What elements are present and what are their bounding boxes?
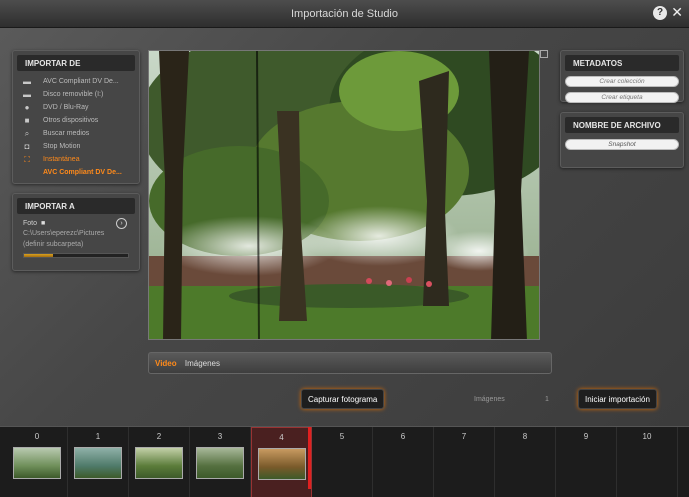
source-list: ▬ AVC Compliant DV De... ▬ Disco removible … bbox=[13, 71, 139, 179]
destination-path[interactable]: C:\Users\eperezc\Pictures bbox=[23, 230, 139, 238]
timeline-playhead[interactable] bbox=[308, 427, 311, 489]
hard-drive-icon: ▬ bbox=[23, 90, 31, 99]
disc-icon: ● bbox=[24, 103, 30, 112]
snapshot-timeline: 0 1 2 3 4 5 6 7 8 9 10 bbox=[0, 426, 689, 497]
images-count-label: Imágenes bbox=[474, 396, 505, 403]
source-item[interactable]: ▬ Disco removible (I:) bbox=[21, 88, 139, 101]
slot-number: 5 bbox=[339, 432, 345, 441]
video-preview bbox=[148, 50, 540, 340]
dv-camera-icon: ▬ bbox=[23, 77, 31, 86]
space-progress bbox=[23, 253, 129, 258]
stop-motion-icon: ◘ bbox=[24, 142, 30, 151]
filename-field[interactable]: Snapshot bbox=[565, 139, 679, 150]
title-bar: Importación de Studio ? ✕ bbox=[0, 0, 689, 28]
folder-icon: ■ bbox=[24, 116, 30, 125]
slot-number: 1 bbox=[95, 432, 101, 441]
source-item-label: AVC Compliant DV De... bbox=[43, 169, 122, 176]
snapshot-icon: ⛶ bbox=[24, 154, 30, 164]
timeline-slot[interactable]: 6 bbox=[373, 427, 434, 497]
main-area: IMPORTAR DE ▬ AVC Compliant DV De... ▬ Disc… bbox=[0, 28, 689, 426]
space-progress-fill bbox=[24, 254, 54, 257]
timeline-slot[interactable]: 9 bbox=[556, 427, 617, 497]
images-count-value: 1 bbox=[545, 396, 549, 403]
timeline-slot[interactable]: 4 bbox=[251, 427, 312, 497]
expand-icon[interactable] bbox=[540, 50, 548, 58]
capture-frame-button[interactable]: Capturar fotograma bbox=[301, 389, 385, 409]
snapshot-thumbnail[interactable] bbox=[74, 447, 122, 479]
source-item-label: Instantánea bbox=[43, 156, 80, 163]
source-item[interactable]: ▬ AVC Compliant DV De... bbox=[21, 75, 139, 88]
slot-number: 7 bbox=[461, 432, 467, 441]
slot-number: 10 bbox=[642, 432, 652, 441]
source-item-label: Stop Motion bbox=[43, 143, 81, 150]
create-collection-field[interactable]: Crear colección bbox=[565, 76, 679, 87]
start-import-button[interactable]: Iniciar importación bbox=[578, 389, 657, 409]
timeline-slot[interactable]: 7 bbox=[434, 427, 495, 497]
browse-button[interactable]: › bbox=[116, 218, 127, 229]
mode-tab-bar: Video Imágenes bbox=[148, 352, 552, 374]
filename-panel: NOMBRE DE ARCHIVO Snapshot bbox=[560, 112, 684, 168]
timeline-slot[interactable]: 5 bbox=[312, 427, 373, 497]
timeline-slot[interactable]: 10 bbox=[617, 427, 678, 497]
import-to-header: IMPORTAR A bbox=[17, 198, 135, 214]
tab-images[interactable]: Imágenes bbox=[185, 359, 220, 368]
destination-label: Foto bbox=[23, 220, 38, 227]
source-item[interactable]: ⌕ Buscar medios bbox=[21, 127, 139, 140]
source-item-label: Disco removible (I:) bbox=[43, 91, 104, 98]
snapshot-thumbnail[interactable] bbox=[13, 447, 61, 479]
timeline-slot[interactable]: 3 bbox=[190, 427, 251, 497]
timeline-slot[interactable]: 8 bbox=[495, 427, 556, 497]
source-item[interactable]: ● DVD / Blu-Ray bbox=[21, 101, 139, 114]
slot-number: 4 bbox=[279, 433, 284, 442]
import-to-panel: IMPORTAR A Foto ■ › C:\Users\eperezc\Pic… bbox=[12, 193, 140, 271]
slot-number: 0 bbox=[34, 432, 40, 441]
snapshot-thumbnail[interactable] bbox=[196, 447, 244, 479]
folder-icon: ■ bbox=[41, 220, 46, 227]
source-item[interactable]: AVC Compliant DV De... bbox=[21, 166, 139, 179]
source-item[interactable]: ■ Otros dispositivos bbox=[21, 114, 139, 127]
slot-number: 3 bbox=[217, 432, 223, 441]
source-item-label: Otros dispositivos bbox=[43, 117, 99, 124]
snapshot-thumbnail[interactable] bbox=[258, 448, 306, 480]
import-from-panel: IMPORTAR DE ▬ AVC Compliant DV De... ▬ Disc… bbox=[12, 50, 140, 184]
create-tag-field[interactable]: Crear etiqueta bbox=[565, 92, 679, 103]
subfolder-link[interactable]: (definir subcarpeta) bbox=[23, 241, 139, 249]
timeline-slot[interactable]: 2 bbox=[129, 427, 190, 497]
timeline-slot[interactable]: 0 bbox=[7, 427, 68, 497]
timeline-slot[interactable]: 1 bbox=[68, 427, 129, 497]
source-item-label: AVC Compliant DV De... bbox=[43, 78, 119, 85]
help-icon[interactable]: ? bbox=[653, 6, 667, 20]
source-item-label: DVD / Blu-Ray bbox=[43, 104, 89, 111]
metadata-panel: METADATOS Crear colección Crear etiqueta bbox=[560, 50, 684, 103]
source-item-label: Buscar medios bbox=[43, 130, 90, 137]
slot-number: 2 bbox=[156, 432, 162, 441]
tab-video[interactable]: Video bbox=[155, 359, 177, 368]
window-title: Importación de Studio bbox=[290, 8, 398, 20]
close-icon[interactable]: ✕ bbox=[671, 4, 683, 21]
metadata-header: METADATOS bbox=[565, 55, 679, 71]
slot-number: 6 bbox=[400, 432, 406, 441]
source-item[interactable]: ⛶ Instantánea bbox=[21, 153, 139, 166]
slot-number: 8 bbox=[522, 432, 528, 441]
snapshot-thumbnail[interactable] bbox=[135, 447, 183, 479]
source-item[interactable]: ◘ Stop Motion bbox=[21, 140, 139, 153]
slot-number: 9 bbox=[583, 432, 589, 441]
preview-image bbox=[149, 51, 539, 339]
import-from-header: IMPORTAR DE bbox=[17, 55, 135, 71]
filename-header: NOMBRE DE ARCHIVO bbox=[565, 117, 679, 133]
search-icon: ⌕ bbox=[24, 128, 30, 138]
